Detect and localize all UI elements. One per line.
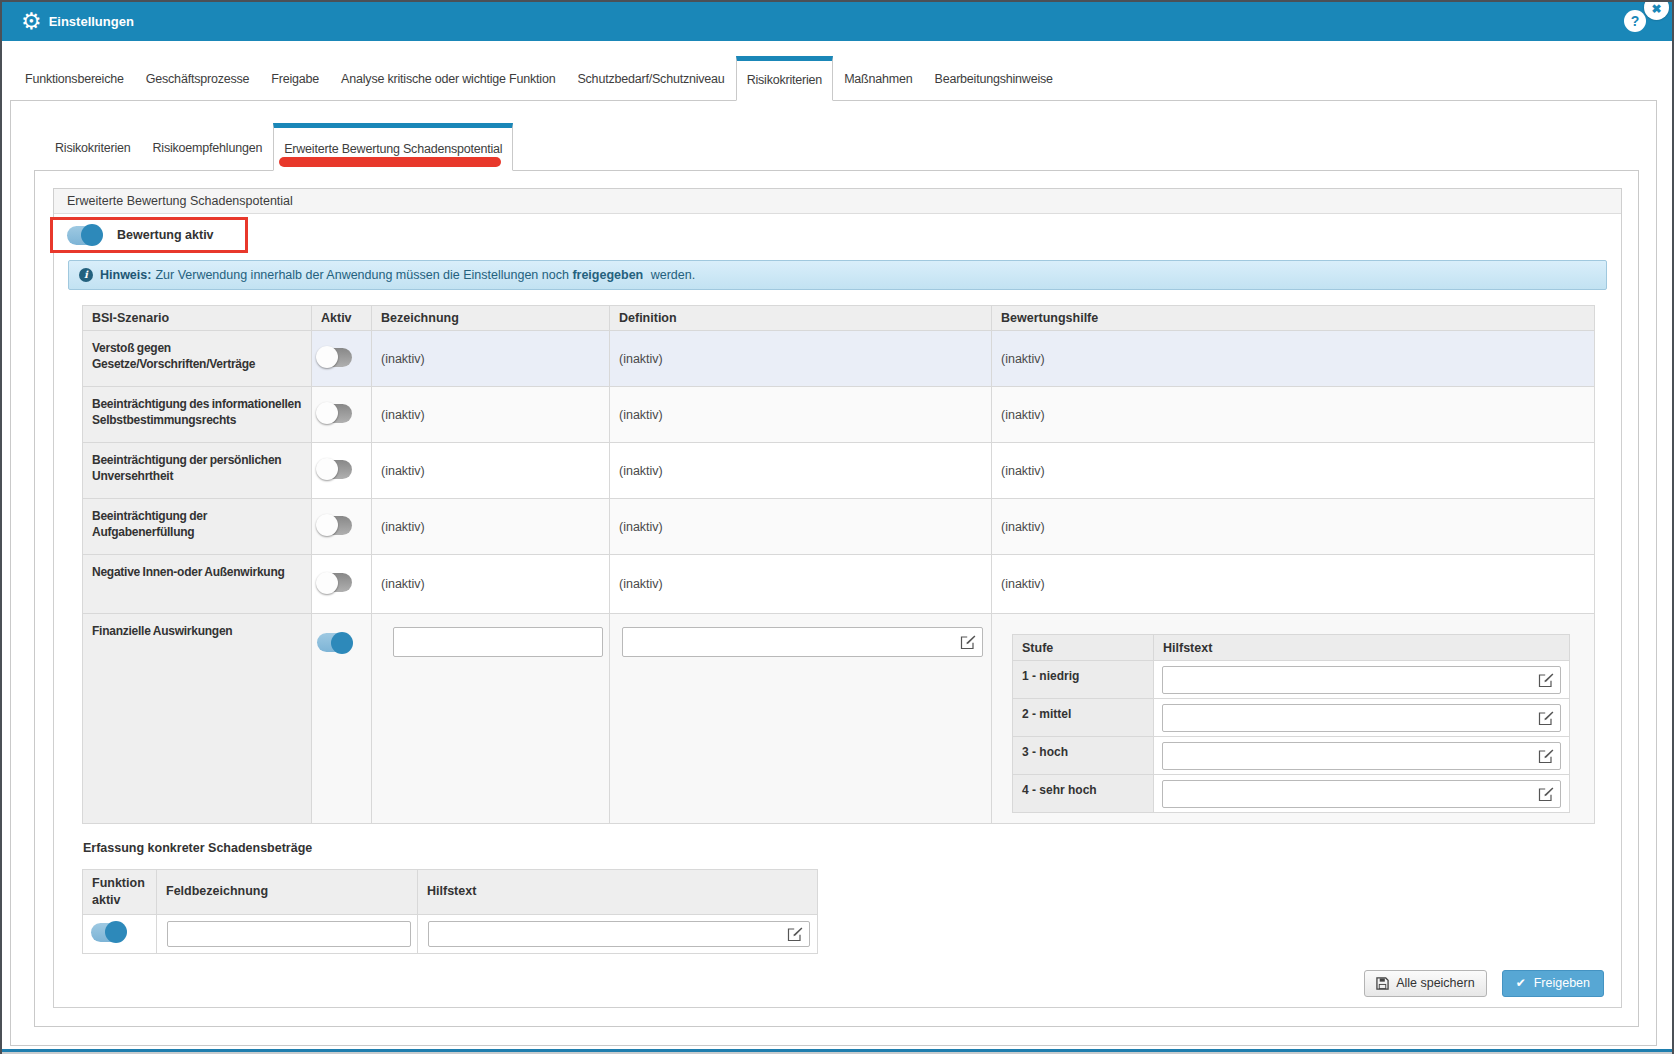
- tab-freigabe[interactable]: Freigabe: [260, 59, 330, 100]
- actions-bar: Alle speichern ✔Freigeben: [68, 970, 1604, 997]
- erfassung-table: Funktion aktiv Feldbezeichnung Hilfstext: [82, 869, 818, 954]
- row-toggle[interactable]: [317, 348, 352, 367]
- titlebar: ⚙ Einstellungen ? ✖: [2, 2, 1672, 41]
- tab-content: Risikokriterien Risikoempfehlungen Erwei…: [10, 100, 1657, 1046]
- row-toggle[interactable]: [317, 573, 352, 592]
- stufe-row: 1 - niedrig: [1013, 661, 1570, 699]
- erfassung-row: [83, 914, 818, 953]
- subtab-erweiterte-bewertung[interactable]: Erweiterte Bewertung Schadenspotential: [273, 123, 513, 171]
- funktion-aktiv-toggle[interactable]: [91, 923, 126, 942]
- section2-heading: Erfassung konkreter Schadensbeträge: [83, 841, 1607, 855]
- tab-risikokriterien[interactable]: Risikokriterien: [736, 56, 834, 101]
- col-bezeichnung: Bezeichnung: [372, 306, 610, 331]
- col-stufe: Stufe: [1013, 635, 1154, 661]
- col-hilfstext2: Hilfstext: [418, 870, 818, 915]
- tab-bearbeitungshinweise[interactable]: Bearbeitungshinweise: [924, 59, 1064, 100]
- subtab-content: Erweiterte Bewertung Schadenspotential B…: [34, 170, 1639, 1027]
- row-toggle[interactable]: [317, 516, 352, 535]
- save-all-button[interactable]: Alle speichern: [1364, 970, 1487, 997]
- tab-schutzbedarf[interactable]: Schutzbedarf/Schutzniveau: [566, 59, 735, 100]
- edit-icon[interactable]: [1538, 672, 1554, 688]
- bewertung-aktiv-toggle[interactable]: [67, 226, 102, 245]
- window-title: Einstellungen: [49, 14, 134, 29]
- edit-icon[interactable]: [1538, 786, 1554, 802]
- table-row: Beeinträchtigung der persönlichen Unvers…: [83, 443, 1595, 499]
- bsi-szenario-table: BSI-Szenario Aktiv Bezeichnung Definitio…: [82, 305, 1595, 824]
- erweiterte-bewertung-panel: Erweiterte Bewertung Schadenspotential B…: [53, 188, 1622, 1008]
- red-underline-annotation: [279, 157, 501, 167]
- close-icon[interactable]: ✖: [1644, 0, 1669, 20]
- col-definition: Definition: [610, 306, 992, 331]
- table-row: Beeinträchtigung der Aufgabenerfüllung (…: [83, 499, 1595, 555]
- row-toggle[interactable]: [317, 460, 352, 479]
- main-tabs: Funktionsbereiche Geschäftsprozesse Frei…: [10, 41, 1657, 100]
- notice-text: Zur Verwendung innerhalb der Anwendung m…: [155, 268, 695, 282]
- stufe-row: 4 - sehr hoch: [1013, 775, 1570, 813]
- panel-title: Erweiterte Bewertung Schadenspotential: [54, 189, 1621, 214]
- stufen-table: Stufe Hilfstext 1 - niedrig 2 - mittel: [1012, 634, 1570, 813]
- hilfstext2-input[interactable]: [428, 921, 810, 947]
- hilfstext-input[interactable]: [1162, 780, 1561, 808]
- tab-geschaeftsprozesse[interactable]: Geschäftsprozesse: [135, 59, 261, 100]
- col-bewertungshilfe: Bewertungshilfe: [992, 306, 1595, 331]
- feldbezeichnung-input[interactable]: [167, 921, 411, 947]
- edit-icon[interactable]: [787, 926, 803, 942]
- floppy-icon: [1376, 977, 1389, 990]
- freigeben-button[interactable]: ✔Freigeben: [1502, 970, 1604, 997]
- edit-icon[interactable]: [1538, 710, 1554, 726]
- info-icon: i: [79, 268, 93, 282]
- bezeichnung-input[interactable]: [393, 627, 603, 657]
- definition-input[interactable]: [622, 627, 983, 657]
- hilfstext-input[interactable]: [1162, 666, 1561, 694]
- table-row: Negative Innen-oder Außenwirkung (inakti…: [83, 555, 1595, 614]
- row-toggle[interactable]: [317, 404, 352, 423]
- col-funktion-aktiv: Funktion aktiv: [83, 870, 157, 915]
- edit-icon[interactable]: [1538, 748, 1554, 764]
- panel-body: i Hinweis: Zur Verwendung innerhalb der …: [54, 260, 1621, 997]
- stufe-row: 3 - hoch: [1013, 737, 1570, 775]
- table-row-finanzielle: Finanzielle Auswirkungen: [83, 614, 1595, 824]
- tab-funktionsbereiche[interactable]: Funktionsbereiche: [14, 59, 135, 100]
- table-row: Verstoß gegen Gesetze/Vorschriften/Vertr…: [83, 331, 1595, 387]
- sub-tabs: Risikokriterien Risikoempfehlungen Erwei…: [34, 101, 1639, 170]
- col-bsi-szenario: BSI-Szenario: [83, 306, 312, 331]
- row-toggle[interactable]: [317, 633, 352, 652]
- stufe-row: 2 - mittel: [1013, 699, 1570, 737]
- red-annotation-box: Bewertung aktiv: [50, 217, 248, 253]
- notice-banner: i Hinweis: Zur Verwendung innerhalb der …: [68, 260, 1607, 290]
- subtab-risikokriterien[interactable]: Risikokriterien: [44, 126, 142, 170]
- check-icon: ✔: [1516, 977, 1526, 989]
- gear-icon: ⚙: [21, 10, 42, 33]
- hilfstext-input[interactable]: [1162, 704, 1561, 732]
- settings-window: ⚙ Einstellungen ? ✖ Funktionsbereiche Ge…: [0, 0, 1674, 1054]
- hilfstext-input[interactable]: [1162, 742, 1561, 770]
- subtab-risikoempfehlungen[interactable]: Risikoempfehlungen: [142, 126, 274, 170]
- tab-analyse[interactable]: Analyse kritische oder wichtige Funktion: [330, 59, 566, 100]
- col-aktiv: Aktiv: [312, 306, 372, 331]
- col-feldbezeichnung: Feldbezeichnung: [157, 870, 418, 915]
- col-hilfstext: Hilfstext: [1154, 635, 1570, 661]
- bewertung-aktiv-label: Bewertung aktiv: [117, 228, 214, 242]
- notice-prefix: Hinweis:: [100, 268, 151, 282]
- table-row: Beeinträchtigung des informationellen Se…: [83, 387, 1595, 443]
- tab-massnahmen[interactable]: Maßnahmen: [833, 59, 923, 100]
- edit-icon[interactable]: [960, 634, 976, 650]
- help-button[interactable]: ?: [1624, 10, 1646, 32]
